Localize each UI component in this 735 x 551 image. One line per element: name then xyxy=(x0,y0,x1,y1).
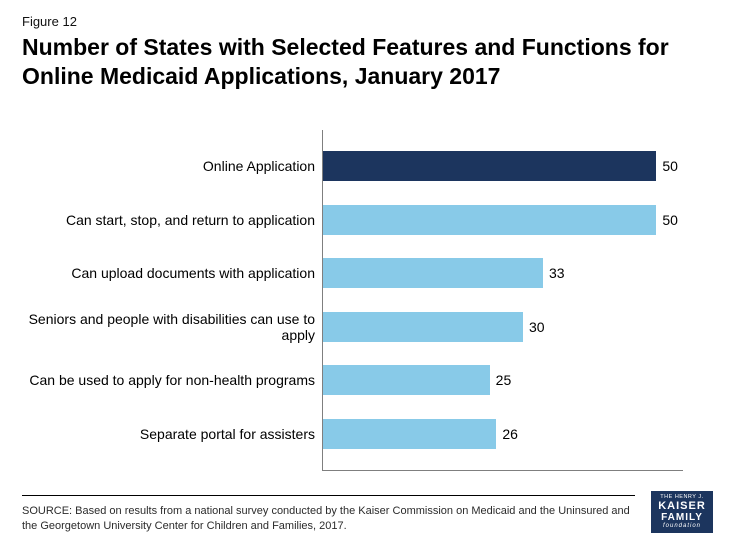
bar-row: Online Application50 xyxy=(323,148,683,184)
chart-title: Number of States with Selected Features … xyxy=(22,33,713,91)
bar-row: Separate portal for assisters26 xyxy=(323,416,683,452)
bar xyxy=(323,151,656,181)
bar-row: Seniors and people with disabilities can… xyxy=(323,309,683,345)
bar-category-label: Can be used to apply for non-health prog… xyxy=(23,362,315,398)
bar-category-label: Seniors and people with disabilities can… xyxy=(23,309,315,345)
bar-value-label: 25 xyxy=(490,365,512,395)
bar xyxy=(323,419,496,449)
bar-category-label: Separate portal for assisters xyxy=(23,416,315,452)
slide: Figure 12 Number of States with Selected… xyxy=(0,0,735,551)
bar xyxy=(323,258,543,288)
chart-plot: Online Application50 Can start, stop, and… xyxy=(322,130,683,471)
bar-row: Can start, stop, and return to applicati… xyxy=(323,202,683,238)
bar-category-label: Can upload documents with application xyxy=(23,255,315,291)
figure-label: Figure 12 xyxy=(22,14,713,29)
bar-row: Can be used to apply for non-health prog… xyxy=(323,362,683,398)
bar xyxy=(323,365,490,395)
logo-line-4: foundation xyxy=(663,523,701,530)
logo-line-3: FAMILY xyxy=(661,512,703,523)
bar-value-label: 33 xyxy=(543,258,565,288)
bar-value-label: 30 xyxy=(523,312,545,342)
bar-row: Can upload documents with application33 xyxy=(323,255,683,291)
bar-value-label: 26 xyxy=(496,419,518,449)
bar-category-label: Online Application xyxy=(23,148,315,184)
kff-logo: THE HENRY J. KAISER FAMILY foundation xyxy=(651,491,713,533)
bar-value-label: 50 xyxy=(656,205,678,235)
bar-category-label: Can start, stop, and return to applicati… xyxy=(23,202,315,238)
bar xyxy=(323,205,656,235)
logo-line-2: KAISER xyxy=(658,500,706,512)
bar xyxy=(323,312,523,342)
bar-value-label: 50 xyxy=(656,151,678,181)
chart-area: Online Application50Can start, stop, and… xyxy=(22,130,713,471)
source-note: SOURCE: Based on results from a national… xyxy=(22,495,635,533)
